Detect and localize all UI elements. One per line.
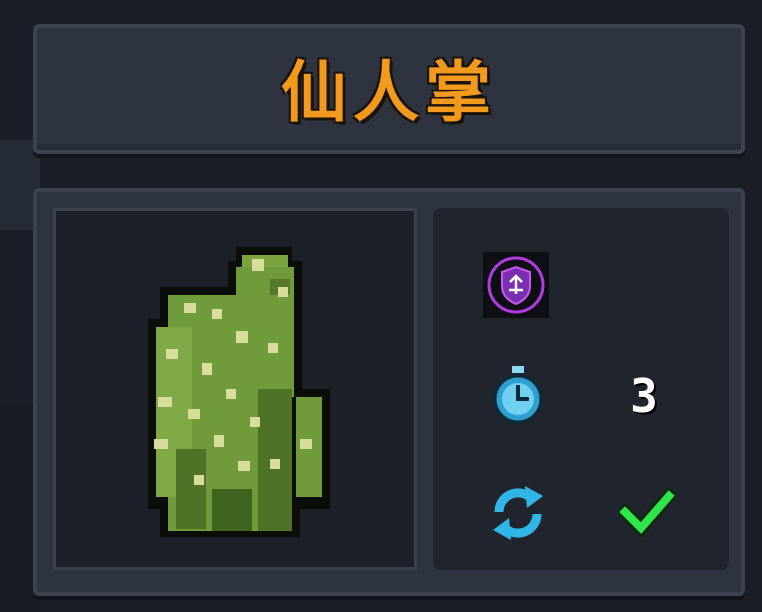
item-portrait <box>53 208 417 570</box>
purple-shield-badge-icon <box>483 252 549 318</box>
item-stats: 3 <box>433 208 729 570</box>
cactus-sprite <box>148 247 330 537</box>
stopwatch-icon <box>493 366 543 424</box>
refresh-icon <box>493 486 543 540</box>
title-panel: 仙人掌 <box>33 24 745 154</box>
item-info-panel: 3 <box>33 188 745 596</box>
checkmark-icon <box>619 486 675 538</box>
item-name: 仙人掌 <box>281 54 497 131</box>
timer-value: 3 <box>630 369 658 423</box>
